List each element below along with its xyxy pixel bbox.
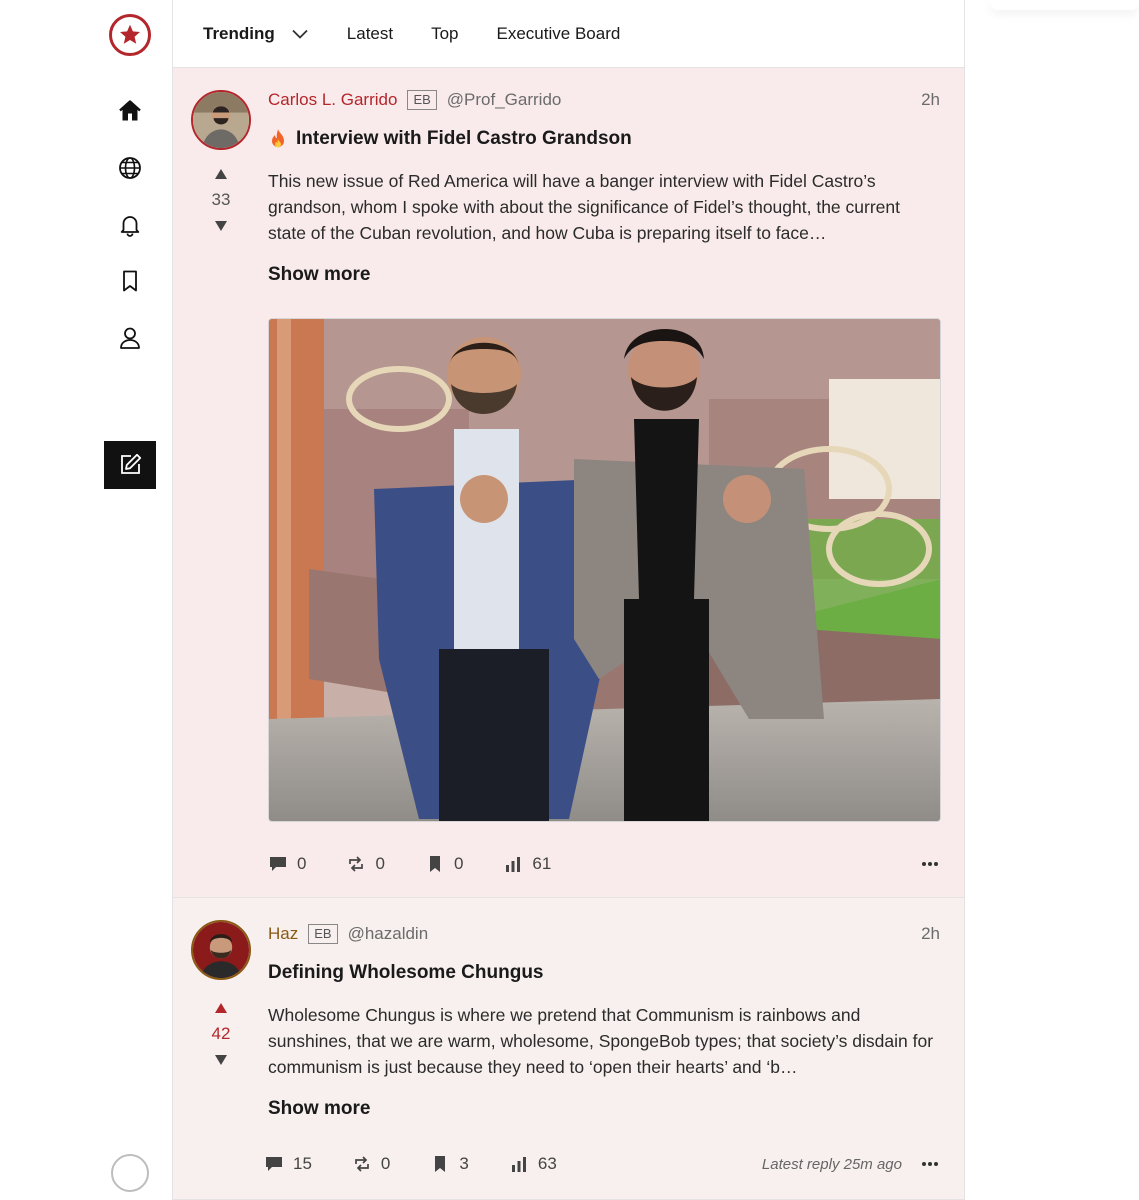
post-actions: 15 0 3 63 Latest reply 25m ago xyxy=(264,1152,940,1176)
bookmark-button[interactable]: 3 xyxy=(430,1154,469,1174)
repost-count: 0 xyxy=(380,1154,391,1173)
more-options-icon[interactable] xyxy=(920,861,940,867)
nav-notifications[interactable] xyxy=(116,211,144,239)
upvote-arrow-icon[interactable] xyxy=(214,168,228,180)
home-icon xyxy=(119,100,141,121)
repost-icon xyxy=(355,1156,369,1172)
left-nav-rail xyxy=(100,0,160,1200)
show-more-link[interactable]: Show more xyxy=(268,1098,940,1124)
red-star-logo[interactable] xyxy=(109,14,151,56)
comment-count: 0 xyxy=(297,854,307,873)
repost-count: 0 xyxy=(375,854,385,873)
post-body: Wholesome Chungus is where we pretend th… xyxy=(268,1005,934,1077)
nav-profile[interactable] xyxy=(116,324,144,352)
compose-icon xyxy=(121,453,142,474)
vote-count: 42 xyxy=(211,1024,231,1043)
bookmark-count: 3 xyxy=(459,1154,469,1173)
bookmark-button[interactable]: 0 xyxy=(425,854,463,874)
comment-count: 15 xyxy=(293,1154,312,1173)
post-meta: Haz EB @hazaldin 2h xyxy=(268,922,940,946)
avatar[interactable] xyxy=(191,90,251,150)
repost-button[interactable]: 0 xyxy=(346,854,385,874)
post-title: Interview with Fidel Castro Grandson xyxy=(296,128,632,149)
tab-executive-board[interactable]: Executive Board xyxy=(497,24,621,44)
downvote-arrow-icon[interactable] xyxy=(214,1054,228,1066)
flame-icon xyxy=(272,129,284,148)
post-content: Haz EB @hazaldin 2h Defining Wholesome C… xyxy=(268,922,940,1124)
post-photo xyxy=(269,319,940,821)
bookmark-icon xyxy=(429,856,440,872)
view-count: 61 xyxy=(532,854,552,873)
bookmark-icon xyxy=(123,270,137,292)
comment-button[interactable]: 0 xyxy=(268,854,306,874)
upvote-arrow-icon[interactable] xyxy=(214,1002,228,1014)
bookmark-count: 0 xyxy=(453,854,464,873)
top-shadow-right xyxy=(990,0,1139,10)
star-icon xyxy=(120,24,140,44)
comment-icon xyxy=(270,857,286,871)
globe-icon xyxy=(119,157,141,179)
author-photo xyxy=(193,92,249,148)
bar-chart-icon xyxy=(506,857,521,872)
user-icon xyxy=(120,327,140,349)
vote-control: 33 xyxy=(191,168,251,232)
author-name[interactable]: Haz xyxy=(268,924,298,944)
views-stat: 63 xyxy=(509,1154,557,1174)
comment-icon xyxy=(266,1157,282,1171)
comment-button[interactable]: 15 xyxy=(264,1154,312,1174)
chevron-down-icon[interactable] xyxy=(291,25,309,43)
views-stat: 61 xyxy=(503,854,551,874)
feed-tabs: Trending Latest Top Executive Board xyxy=(173,0,964,68)
nav-explore[interactable] xyxy=(116,154,144,182)
post-time: 2h xyxy=(921,924,940,943)
tab-top[interactable]: Top xyxy=(431,24,458,44)
repost-button[interactable]: 0 xyxy=(352,1154,390,1174)
main-feed: Trending Latest Top Executive Board 33 C… xyxy=(172,0,965,1200)
latest-reply[interactable]: Latest reply 25m ago xyxy=(762,1156,902,1173)
bell-icon xyxy=(120,216,140,237)
eb-badge: EB xyxy=(407,90,437,110)
author-name[interactable]: Carlos L. Garrido xyxy=(268,90,397,110)
post-body: This new issue of Red America will have … xyxy=(268,171,900,243)
author-handle[interactable]: @hazaldin xyxy=(348,924,429,944)
downvote-arrow-icon[interactable] xyxy=(214,220,228,232)
post-card[interactable]: 42 Haz EB @hazaldin 2h Defining Wholesom… xyxy=(173,898,964,1200)
bookmark-icon xyxy=(435,1156,446,1172)
post-title-row[interactable]: Interview with Fidel Castro Grandson xyxy=(268,128,940,150)
account-avatar[interactable] xyxy=(111,1154,149,1192)
compose-button[interactable] xyxy=(104,441,156,489)
vote-count: 33 xyxy=(211,190,231,209)
post-card[interactable]: 33 Carlos L. Garrido EB @Prof_Garrido 2h… xyxy=(173,68,964,898)
author-handle[interactable]: @Prof_Garrido xyxy=(447,90,562,110)
post-image[interactable] xyxy=(268,318,941,822)
bar-chart-icon xyxy=(511,1157,526,1172)
author-photo xyxy=(193,922,249,978)
tab-trending-label: Trending xyxy=(203,23,275,43)
tab-trending[interactable]: Trending xyxy=(203,24,309,44)
nav-bookmarks[interactable] xyxy=(116,267,144,295)
tab-latest[interactable]: Latest xyxy=(347,24,393,44)
post-time: 2h xyxy=(921,90,940,109)
repost-icon xyxy=(349,856,364,872)
eb-badge: EB xyxy=(308,924,338,944)
nav-home[interactable] xyxy=(116,97,144,125)
vote-control: 42 xyxy=(191,1002,251,1066)
post-meta: Carlos L. Garrido EB @Prof_Garrido 2h xyxy=(268,88,940,112)
more-options-icon[interactable] xyxy=(920,1161,940,1167)
show-more-link[interactable]: Show more xyxy=(268,264,940,290)
post-content: Carlos L. Garrido EB @Prof_Garrido 2h In… xyxy=(268,88,941,822)
avatar[interactable] xyxy=(191,920,251,980)
view-count: 63 xyxy=(537,1154,557,1173)
post-actions: 0 0 0 61 xyxy=(268,852,940,876)
post-title[interactable]: Defining Wholesome Chungus xyxy=(268,962,940,984)
